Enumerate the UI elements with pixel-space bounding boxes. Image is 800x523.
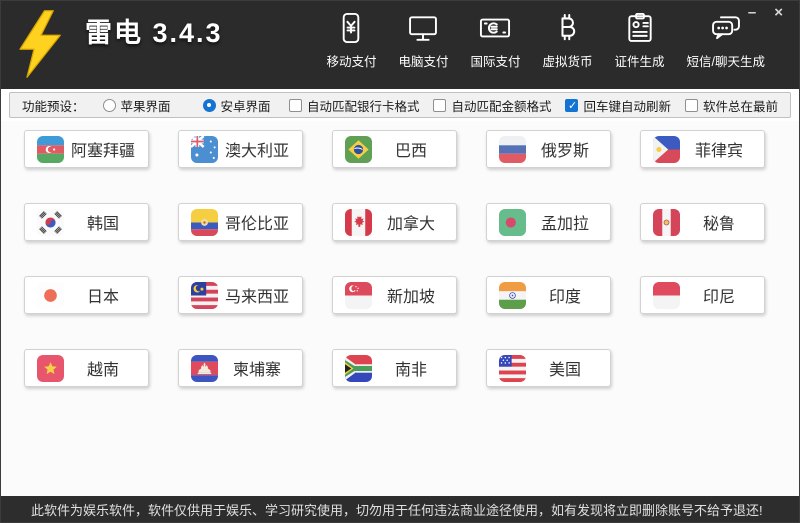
minimize-button[interactable]: – bbox=[748, 5, 756, 20]
country-button-cambodia[interactable]: 柬埔寨 bbox=[178, 349, 303, 387]
country-button-japan[interactable]: 日本 bbox=[24, 276, 149, 314]
flag-japan-icon bbox=[37, 282, 64, 309]
flag-south-africa-icon bbox=[345, 355, 372, 382]
id-generator-icon bbox=[622, 10, 658, 46]
nav-item-international-payment[interactable]: 国际支付 bbox=[470, 10, 520, 70]
computer-payment-icon bbox=[405, 10, 441, 46]
flag-bangladesh-icon bbox=[499, 209, 526, 236]
country-button-bangladesh[interactable]: 孟加拉 bbox=[486, 203, 611, 241]
preset-radio-1[interactable]: 苹果界面 bbox=[103, 96, 171, 115]
checkbox-control[interactable] bbox=[685, 99, 698, 112]
flag-peru-icon bbox=[653, 209, 680, 236]
flag-canada-icon bbox=[345, 209, 372, 236]
header-nav: 移动支付 电脑支付 国际支付 虚拟货币 证件生成 短信/聊天生成 bbox=[326, 10, 765, 70]
virtual-currency-icon bbox=[549, 10, 585, 46]
app-title: 雷电 3.4.3 bbox=[85, 11, 223, 50]
checkbox-control[interactable] bbox=[289, 99, 302, 112]
preset-radio-2[interactable]: 安卓界面 bbox=[203, 96, 271, 115]
mobile-payment-icon bbox=[333, 10, 369, 46]
flag-india-icon bbox=[499, 282, 526, 309]
settings-strip: 功能预设： 苹果界面 安卓界面 自动匹配银行卡格式 自动匹配金额格式 回车键自动… bbox=[1, 89, 799, 121]
flag-russia-icon bbox=[499, 136, 526, 163]
preset-radio-group: 苹果界面 安卓界面 bbox=[103, 96, 271, 115]
country-button-south-korea[interactable]: 韩国 bbox=[24, 203, 149, 241]
flag-philippines-icon bbox=[653, 136, 680, 163]
nav-item-computer-payment[interactable]: 电脑支付 bbox=[398, 10, 448, 70]
window-controls: – × bbox=[748, 5, 783, 20]
country-button-brazil[interactable]: 巴西 bbox=[332, 130, 457, 168]
status-bar: 此软件为娱乐软件，软件仅供用于娱乐、学习研究使用，切勿用于任何违法商业途径使用，… bbox=[1, 496, 799, 522]
option-checkbox-4[interactable]: 软件总在最前 bbox=[685, 96, 778, 115]
checkbox-control[interactable] bbox=[433, 99, 446, 112]
country-button-indonesia[interactable]: 印尼 bbox=[640, 276, 765, 314]
flag-cambodia-icon bbox=[191, 355, 218, 382]
flag-singapore-icon bbox=[345, 282, 372, 309]
app-window: 雷电 3.4.3 移动支付 电脑支付 国际支付 虚拟货币 证件生成 短信/聊天生… bbox=[0, 0, 800, 523]
option-checkbox-2[interactable]: 自动匹配金额格式 bbox=[433, 96, 551, 115]
flag-south-korea-icon bbox=[37, 209, 64, 236]
country-grid: 阿塞拜疆 澳大利亚 巴西 俄罗斯 菲律宾 韩国 哥伦比亚 加拿大 孟加拉 秘鲁 … bbox=[1, 121, 799, 496]
options-checkbox-group: 自动匹配银行卡格式 自动匹配金额格式 回车键自动刷新 软件总在最前 bbox=[289, 96, 778, 115]
option-checkbox-1[interactable]: 自动匹配银行卡格式 bbox=[289, 96, 420, 115]
flag-indonesia-icon bbox=[653, 282, 680, 309]
nav-item-virtual-currency[interactable]: 虚拟货币 bbox=[542, 10, 592, 70]
flag-colombia-icon bbox=[191, 209, 218, 236]
settings-bar: 功能预设： 苹果界面 安卓界面 自动匹配银行卡格式 自动匹配金额格式 回车键自动… bbox=[9, 92, 791, 118]
lightning-logo-icon bbox=[13, 6, 69, 82]
international-payment-icon bbox=[477, 10, 513, 46]
checkbox-control[interactable] bbox=[565, 99, 578, 112]
country-button-india[interactable]: 印度 bbox=[486, 276, 611, 314]
flag-australia-icon bbox=[191, 136, 218, 163]
disclaimer-text: 此软件为娱乐软件，软件仅供用于娱乐、学习研究使用，切勿用于任何违法商业途径使用，… bbox=[31, 500, 763, 519]
flag-brazil-icon bbox=[345, 136, 372, 163]
country-button-peru[interactable]: 秘鲁 bbox=[640, 203, 765, 241]
flag-vietnam-icon bbox=[37, 355, 64, 382]
flag-united-states-icon bbox=[499, 355, 526, 382]
sms-chat-generator-icon bbox=[708, 10, 744, 46]
country-button-colombia[interactable]: 哥伦比亚 bbox=[178, 203, 303, 241]
country-button-philippines[interactable]: 菲律宾 bbox=[640, 130, 765, 168]
country-button-russia[interactable]: 俄罗斯 bbox=[486, 130, 611, 168]
nav-item-mobile-payment[interactable]: 移动支付 bbox=[326, 10, 376, 70]
country-button-vietnam[interactable]: 越南 bbox=[24, 349, 149, 387]
radio-control[interactable] bbox=[203, 99, 216, 112]
country-button-malaysia[interactable]: 马来西亚 bbox=[178, 276, 303, 314]
radio-control[interactable] bbox=[103, 99, 116, 112]
title-bar: 雷电 3.4.3 移动支付 电脑支付 国际支付 虚拟货币 证件生成 短信/聊天生… bbox=[1, 1, 799, 89]
nav-item-id-generator[interactable]: 证件生成 bbox=[615, 10, 665, 70]
country-button-azerbaijan[interactable]: 阿塞拜疆 bbox=[24, 130, 149, 168]
flag-azerbaijan-icon bbox=[37, 136, 64, 163]
country-button-canada[interactable]: 加拿大 bbox=[332, 203, 457, 241]
flag-malaysia-icon bbox=[191, 282, 218, 309]
country-button-south-africa[interactable]: 南非 bbox=[332, 349, 457, 387]
country-button-singapore[interactable]: 新加坡 bbox=[332, 276, 457, 314]
preset-label: 功能预设： bbox=[22, 96, 85, 115]
close-button[interactable]: × bbox=[774, 5, 783, 20]
country-button-australia[interactable]: 澳大利亚 bbox=[178, 130, 303, 168]
country-button-united-states[interactable]: 美国 bbox=[486, 349, 611, 387]
option-checkbox-3[interactable]: 回车键自动刷新 bbox=[565, 96, 671, 115]
